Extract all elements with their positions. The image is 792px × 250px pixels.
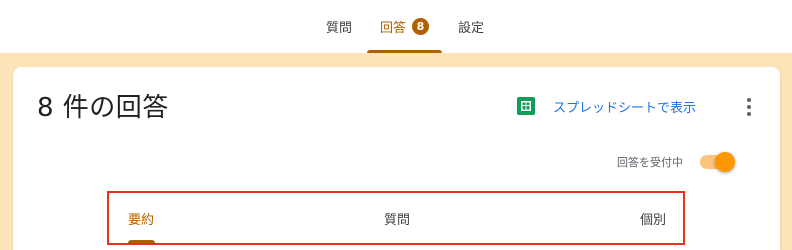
toggle-thumb xyxy=(715,152,735,172)
more-vert-icon xyxy=(747,98,751,102)
tab-settings-label: 設定 xyxy=(457,21,484,36)
tab-responses[interactable]: 回答 8 xyxy=(367,0,442,53)
accepting-responses-toggle[interactable] xyxy=(698,151,735,173)
response-count-badge: 8 xyxy=(412,18,429,35)
tab-questions[interactable]: 質問 xyxy=(317,0,361,53)
response-view-tabs: 要約 質問 個別 xyxy=(107,191,685,245)
view-in-sheets-button[interactable]: スプレッドシートで表示 xyxy=(517,95,696,117)
subtab-summary[interactable]: 要約 xyxy=(128,193,154,243)
responses-card: 8 件の回答 スプレッドシートで表示 回答を受付中 要約 質問 個別 xyxy=(13,67,780,250)
subtab-summary-label: 要約 xyxy=(128,212,155,228)
tab-settings[interactable]: 設定 xyxy=(449,0,493,53)
subtab-question[interactable]: 質問 xyxy=(384,193,410,243)
active-tab-indicator xyxy=(367,50,442,53)
tab-questions-label: 質問 xyxy=(325,21,352,36)
top-tab-bar: 質問 回答 8 設定 xyxy=(0,0,792,53)
subtab-individual[interactable]: 個別 xyxy=(640,193,666,243)
accepting-responses-label: 回答を受付中 xyxy=(617,156,683,169)
view-in-sheets-label: スプレッドシートで表示 xyxy=(553,100,697,116)
more-options-button[interactable] xyxy=(737,95,761,119)
google-sheets-icon xyxy=(517,97,535,115)
subtab-question-label: 質問 xyxy=(384,212,411,228)
response-count-title: 8 件の回答 xyxy=(37,93,169,123)
subtab-individual-label: 個別 xyxy=(640,212,667,228)
tab-responses-label: 回答 xyxy=(379,21,406,36)
accepting-responses-row: 回答を受付中 xyxy=(617,151,735,173)
active-subtab-indicator xyxy=(128,240,155,243)
